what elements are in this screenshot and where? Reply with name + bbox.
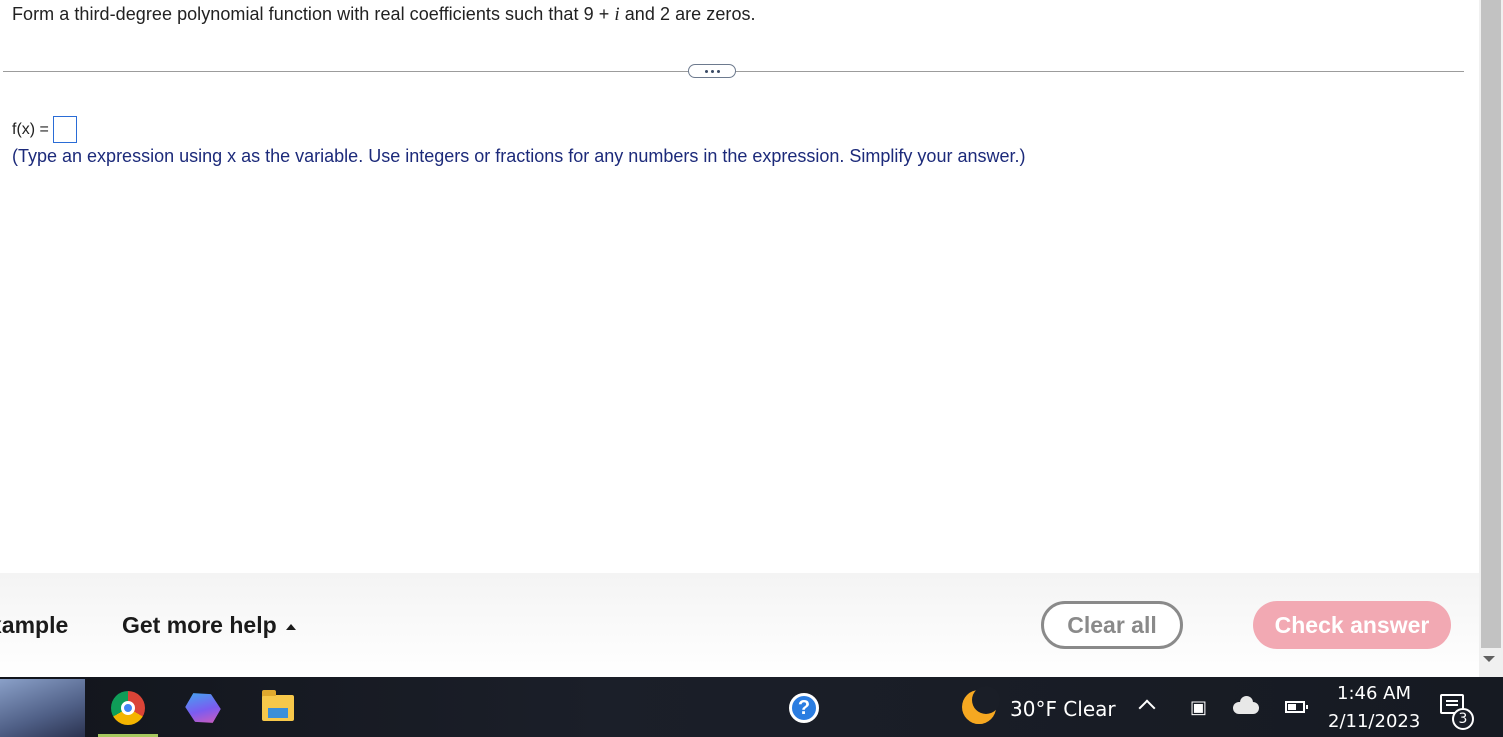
search-icon[interactable]	[0, 679, 85, 737]
battery-icon[interactable]	[1285, 701, 1308, 713]
help-glyph: ?	[789, 693, 819, 723]
notification-count-badge: 3	[1452, 708, 1474, 730]
chrome-icon[interactable]	[110, 690, 146, 726]
meet-now-icon[interactable]: ▣	[1190, 697, 1207, 718]
scrollbar-thumb[interactable]	[1481, 0, 1501, 648]
folder-logo	[262, 690, 294, 721]
clock-date[interactable]: 2/11/2023	[1328, 711, 1420, 732]
more-dot-icon	[716, 69, 720, 73]
copilot-icon[interactable]	[185, 690, 221, 726]
taskbar	[0, 677, 1503, 737]
scroll-down-arrow-icon[interactable]	[1483, 656, 1495, 662]
question-prefix: Form a third-degree polynomial function …	[12, 4, 615, 24]
answer-row: f(x) =	[12, 116, 77, 143]
more-dot-icon	[710, 69, 714, 73]
onedrive-icon[interactable]	[1233, 696, 1259, 714]
expand-more-button[interactable]	[688, 64, 736, 78]
answer-hint: (Type an expression using x as the varia…	[12, 146, 1026, 166]
clock-time[interactable]: 1:46 AM	[1337, 683, 1411, 704]
check-answer-button[interactable]: Check answer	[1253, 601, 1451, 649]
more-dot-icon	[704, 69, 708, 73]
copilot-logo	[181, 686, 225, 730]
answer-input[interactable]	[52, 116, 77, 143]
get-more-help-label: Get more help	[122, 612, 277, 638]
function-label: f(x) =	[12, 120, 49, 138]
weather-text[interactable]: 30°F Clear	[1010, 697, 1116, 721]
chrome-logo	[111, 691, 145, 725]
moon-icon[interactable]	[962, 686, 1000, 724]
question-suffix: and 2 are zeros.	[619, 4, 756, 24]
caret-up-icon	[285, 623, 296, 630]
question-text: Form a third-degree polynomial function …	[12, 4, 756, 26]
file-explorer-icon[interactable]	[260, 690, 296, 726]
get-more-help-link[interactable]: Get more help	[122, 612, 296, 639]
help-icon[interactable]: ?	[786, 690, 822, 726]
view-example-link[interactable]: xample	[0, 612, 68, 639]
clear-all-button[interactable]: Clear all	[1041, 601, 1183, 649]
